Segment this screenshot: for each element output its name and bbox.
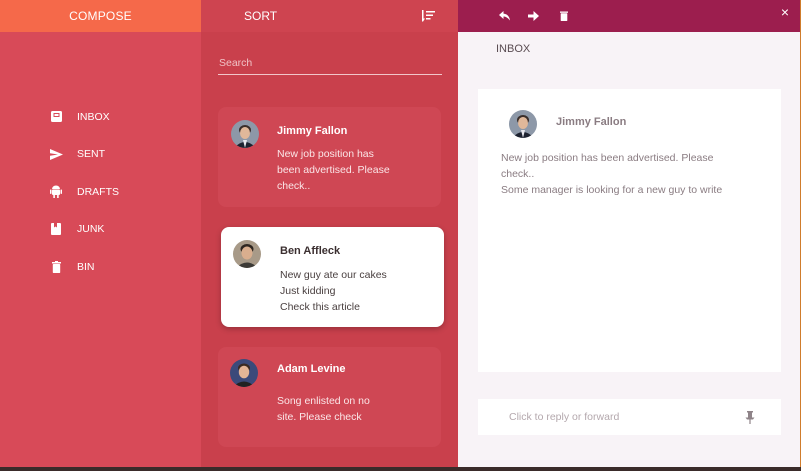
reading-pane: × INBOX Jimmy Fallon New job position ha… xyxy=(458,0,800,467)
nav-item-label: INBOX xyxy=(77,110,110,123)
nav-item-label: DRAFTS xyxy=(77,185,119,198)
reply-input[interactable] xyxy=(509,411,745,423)
nav-item-sent[interactable]: SENT xyxy=(0,136,201,174)
message-toolbar: × xyxy=(458,0,800,32)
sender-name: Ben Affleck xyxy=(280,245,341,257)
search-field xyxy=(218,52,442,75)
nav-item-label: JUNK xyxy=(77,223,105,236)
send-icon xyxy=(49,147,63,161)
folder-list: INBOX SENT DRAFTS JUNK BIN xyxy=(0,98,201,286)
android-icon xyxy=(49,185,63,199)
avatar xyxy=(233,240,261,268)
message-card[interactable]: Adam Levine Song enlisted on no site. Pl… xyxy=(218,347,441,447)
snippet-line: Song enlisted on no xyxy=(277,395,370,407)
message-snippet: New guy ate our cakes Just kidding Check… xyxy=(280,267,387,315)
snippet-line: New guy ate our cakes xyxy=(280,269,387,281)
avatar xyxy=(231,120,259,148)
sort-icon[interactable] xyxy=(422,10,435,22)
search-input[interactable] xyxy=(218,52,442,74)
inbox-icon xyxy=(49,110,63,124)
nav-item-label: BIN xyxy=(77,260,95,273)
sort-button[interactable]: SORT xyxy=(244,9,277,23)
nav-sidebar: COMPOSE INBOX SENT DRAFTS JUNK BIN xyxy=(0,0,201,467)
message-card-selected[interactable]: Ben Affleck New guy ate our cakes Just k… xyxy=(221,227,444,327)
trash-icon xyxy=(49,260,63,274)
body-line: New job position has been advertised. Pl… xyxy=(501,152,714,164)
snippet-line: New job position has xyxy=(277,148,374,160)
list-header: SORT xyxy=(201,0,458,32)
delete-icon[interactable] xyxy=(556,8,572,24)
sender-name: Adam Levine xyxy=(277,363,346,375)
reply-icon[interactable] xyxy=(496,8,512,24)
nav-item-junk[interactable]: JUNK xyxy=(0,211,201,249)
snippet-line: check.. xyxy=(277,180,311,192)
sender-name: Jimmy Fallon xyxy=(277,125,348,137)
snippet-line: Just kidding xyxy=(280,285,336,297)
pin-icon[interactable] xyxy=(745,410,755,424)
nav-item-drafts[interactable]: DRAFTS xyxy=(0,173,201,211)
pane-title: INBOX xyxy=(496,43,531,55)
message-sender: Jimmy Fallon xyxy=(556,116,627,128)
nav-item-bin[interactable]: BIN xyxy=(0,248,201,286)
snippet-line: site. Please check xyxy=(277,411,362,423)
body-line: check.. xyxy=(501,168,535,180)
compose-button[interactable]: COMPOSE xyxy=(0,0,201,32)
reply-bar xyxy=(478,399,781,435)
nav-item-inbox[interactable]: INBOX xyxy=(0,98,201,136)
message-list-panel: SORT Jimmy Fallon New job position has b… xyxy=(201,0,458,467)
message-snippet: Song enlisted on no site. Please check xyxy=(277,393,370,425)
message-body: New job position has been advertised. Pl… xyxy=(501,150,771,198)
body-line: Some manager is looking for a new guy to… xyxy=(501,184,723,196)
snippet-line: Check this article xyxy=(280,301,360,313)
forward-icon[interactable] xyxy=(525,8,541,24)
message-card[interactable]: Jimmy Fallon New job position has been a… xyxy=(218,107,441,207)
desktop-edge xyxy=(0,467,801,471)
avatar xyxy=(230,359,258,387)
snippet-line: been advertised. Please xyxy=(277,164,390,176)
bookmark-icon xyxy=(49,222,63,236)
message-view: Jimmy Fallon New job position has been a… xyxy=(478,89,781,372)
close-icon[interactable]: × xyxy=(777,4,793,20)
avatar xyxy=(509,110,537,138)
message-snippet: New job position has been advertised. Pl… xyxy=(277,146,390,194)
nav-item-label: SENT xyxy=(77,148,106,161)
